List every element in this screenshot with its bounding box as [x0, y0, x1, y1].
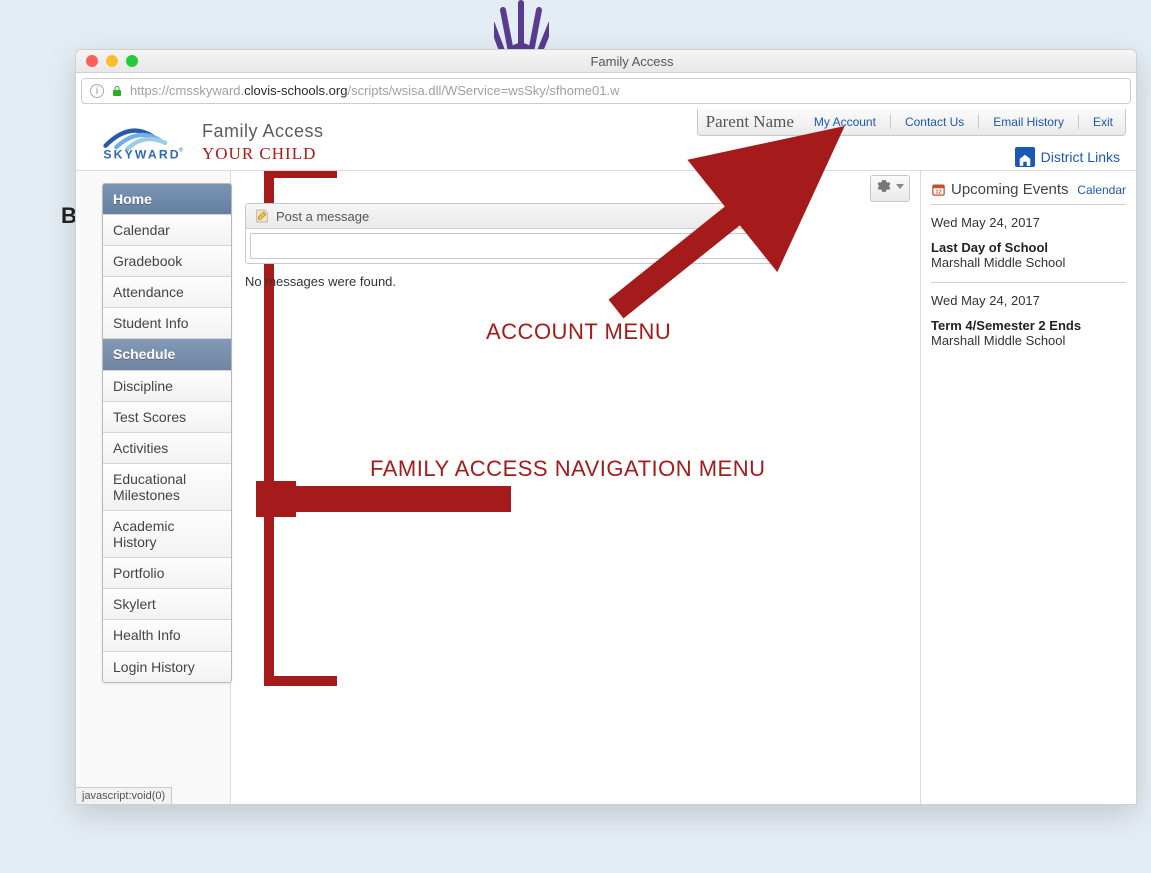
traffic-lights	[86, 55, 138, 67]
district-links[interactable]: District Links	[1015, 147, 1120, 167]
event-date: Wed May 24, 2017	[931, 293, 1126, 308]
app-title: Family Access	[202, 121, 324, 142]
browser-window: Family Access i https://cmsskyward.clovi…	[75, 49, 1137, 805]
nav-menu: HomeCalendarGradebookAttendanceStudent I…	[102, 183, 232, 683]
nav-item-test-scores[interactable]: Test Scores	[103, 402, 231, 433]
calendar-icon: 12	[931, 182, 946, 197]
logo-block: SKYWARD ® Family Access YOUR CHILD	[100, 117, 324, 164]
post-message-header[interactable]: Post a message	[246, 204, 774, 229]
https-lock-icon	[111, 85, 123, 97]
window-titlebar: Family Access	[76, 50, 1136, 73]
upcoming-events-title: Upcoming Events	[951, 181, 1069, 198]
site-info-icon[interactable]: i	[90, 84, 104, 98]
exit-link[interactable]: Exit	[1089, 113, 1117, 131]
event-title: Term 4/Semester 2 Ends	[931, 318, 1126, 333]
caret-down-icon	[896, 184, 904, 189]
district-icon	[1015, 147, 1035, 167]
post-message-box: Post a message	[245, 203, 775, 264]
main-column: Post a message No messages were found.	[231, 171, 920, 804]
nav-item-portfolio[interactable]: Portfolio	[103, 558, 231, 589]
gear-icon	[877, 179, 891, 193]
compose-icon	[254, 208, 270, 224]
body-row: HomeCalendarGradebookAttendanceStudent I…	[76, 171, 1136, 804]
event-title: Last Day of School	[931, 240, 1126, 255]
nav-item-educational-milestones[interactable]: Educational Milestones	[103, 464, 231, 511]
events-list: Wed May 24, 2017Last Day of SchoolMarsha…	[931, 205, 1126, 360]
parent-name: Parent Name	[706, 112, 800, 132]
account-menu-bar: Parent Name My Account Contact Us Email …	[697, 109, 1126, 136]
svg-text:SKYWARD: SKYWARD	[103, 148, 180, 162]
nav-item-schedule[interactable]: Schedule	[103, 339, 231, 370]
nav-item-academic-history[interactable]: Academic History	[103, 511, 231, 558]
district-links-label: District Links	[1041, 149, 1120, 165]
nav-item-health-info[interactable]: Health Info	[103, 620, 231, 651]
nav-item-discipline[interactable]: Discipline	[103, 371, 231, 402]
nav-item-gradebook[interactable]: Gradebook	[103, 246, 231, 277]
event-location: Marshall Middle School	[931, 333, 1126, 348]
nav-item-student-info[interactable]: Student Info	[103, 308, 231, 339]
statusbar: javascript:void(0)	[76, 787, 172, 804]
calendar-link[interactable]: Calendar	[1077, 183, 1126, 197]
nav-item-login-history[interactable]: Login History	[103, 652, 231, 682]
minimize-window-button[interactable]	[106, 55, 118, 67]
skyward-logo: SKYWARD ®	[100, 117, 190, 163]
nav-item-home[interactable]: Home	[103, 184, 231, 215]
event-location: Marshall Middle School	[931, 255, 1126, 270]
sidebar-events: 12 Upcoming Events Calendar Wed May 24, …	[920, 171, 1136, 804]
contact-us-link[interactable]: Contact Us	[901, 113, 968, 131]
window-title: Family Access	[138, 54, 1126, 69]
url-text: https://cmsskyward.clovis-schools.org/sc…	[130, 82, 619, 100]
app-header: SKYWARD ® Family Access YOUR CHILD Paren…	[76, 109, 1136, 171]
post-message-input[interactable]	[250, 233, 770, 259]
nav-item-activities[interactable]: Activities	[103, 433, 231, 464]
nav-item-calendar[interactable]: Calendar	[103, 215, 231, 246]
post-message-label: Post a message	[276, 209, 369, 224]
gear-button[interactable]	[870, 175, 910, 202]
nav-item-attendance[interactable]: Attendance	[103, 277, 231, 308]
my-account-link[interactable]: My Account	[810, 113, 880, 131]
event-block: Wed May 24, 2017 Last Day of SchoolMarsha…	[931, 205, 1126, 283]
event-date: Wed May 24, 2017	[931, 215, 1126, 230]
zoom-window-button[interactable]	[126, 55, 138, 67]
svg-text:®: ®	[179, 147, 184, 154]
nav-item-skylert[interactable]: Skylert	[103, 589, 231, 620]
nav-column: HomeCalendarGradebookAttendanceStudent I…	[76, 171, 231, 804]
child-name: YOUR CHILD	[202, 144, 324, 164]
header-titles: Family Access YOUR CHILD	[202, 121, 324, 164]
svg-text:12: 12	[935, 189, 941, 195]
page-content: SKYWARD ® Family Access YOUR CHILD Paren…	[76, 109, 1136, 804]
email-history-link[interactable]: Email History	[989, 113, 1068, 131]
close-window-button[interactable]	[86, 55, 98, 67]
event-block: Wed May 24, 2017 Term 4/Semester 2 EndsMa…	[931, 283, 1126, 360]
upcoming-events-header: 12 Upcoming Events Calendar	[931, 181, 1126, 205]
no-messages-text: No messages were found.	[245, 274, 906, 289]
url-bar[interactable]: i https://cmsskyward.clovis-schools.org/…	[81, 78, 1131, 104]
